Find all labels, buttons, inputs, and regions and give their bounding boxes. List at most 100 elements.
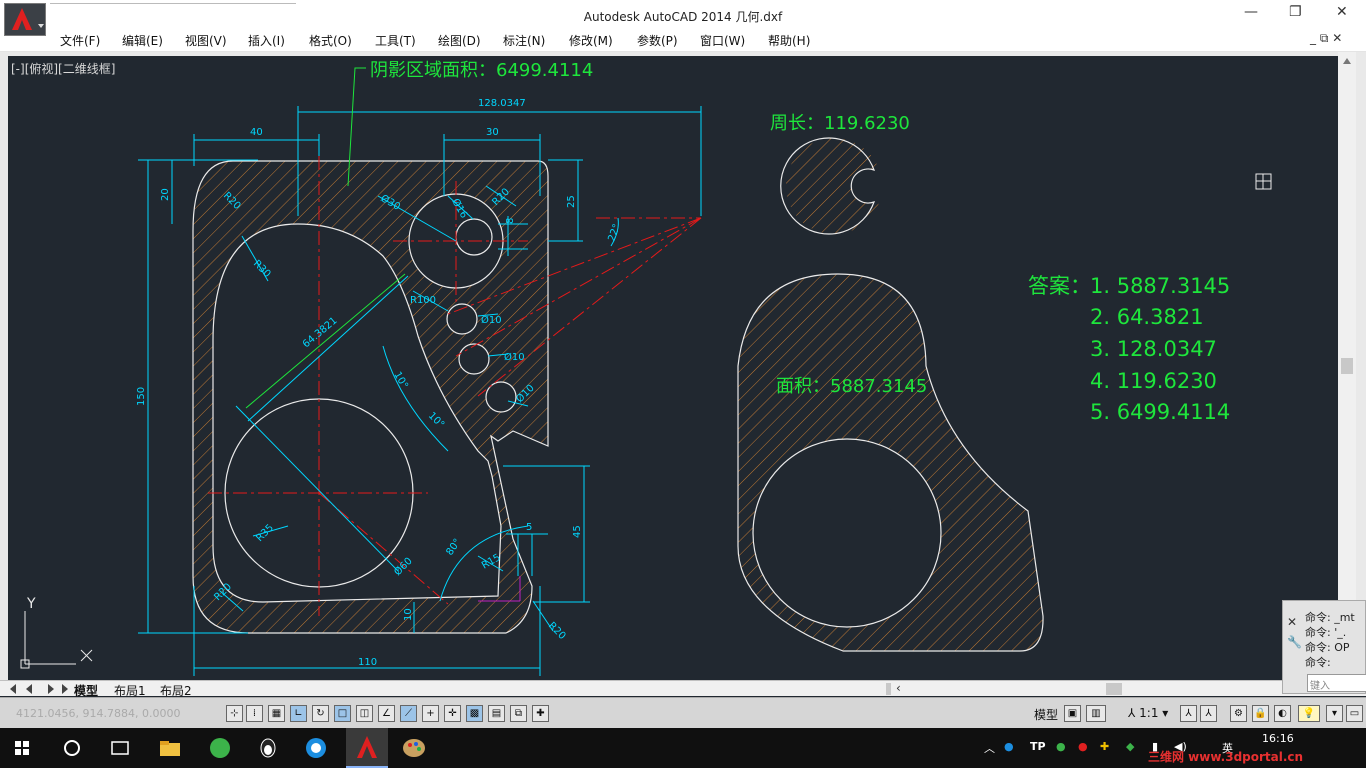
- command-history-line: 命令:: [1305, 656, 1331, 669]
- dim-25: 25: [566, 195, 577, 208]
- menu-insert[interactable]: 插入(I): [248, 32, 285, 49]
- transparency-icon[interactable]: ▩: [466, 705, 483, 722]
- crosshair-cursor-icon: [1255, 173, 1272, 190]
- quick-access-toolbar: [50, 2, 296, 4]
- tray-shield-icon[interactable]: ◆: [1126, 740, 1134, 753]
- dim-150: 150: [136, 387, 147, 406]
- command-input[interactable]: 键入: [1307, 674, 1366, 692]
- workspace-gear-icon[interactable]: ⚙: [1230, 705, 1247, 722]
- dim-phi10-a: Ø10: [481, 314, 502, 326]
- search-icon[interactable]: [54, 734, 90, 762]
- infer-constraints-icon[interactable]: ⊹: [226, 705, 243, 722]
- quick-properties-icon[interactable]: ▤: [488, 705, 505, 722]
- restore-button[interactable]: ❐: [1289, 4, 1302, 20]
- menu-tools[interactable]: 工具(T): [375, 32, 416, 49]
- show-hidden-icons[interactable]: ︿: [984, 740, 995, 756]
- window-title: Autodesk AutoCAD 2014 几何.dxf: [583, 10, 783, 24]
- vertical-scroll-thumb[interactable]: [1341, 358, 1353, 374]
- tray-tp-icon[interactable]: TP: [1030, 740, 1046, 753]
- 3d-object-snap-icon[interactable]: ◫: [356, 705, 373, 722]
- file-explorer-icon[interactable]: [152, 734, 188, 762]
- command-history-line: 命令: OP: [1305, 641, 1350, 654]
- dim-10: 10: [403, 608, 414, 621]
- area-label: 面积：5887.3145: [776, 376, 927, 397]
- viewport-controls[interactable]: [-][俯视][二维线框]: [11, 60, 115, 77]
- command-line-panel[interactable]: ✕ 🔧 命令: _mt 命令: '_. 命令: OP 命令: 键入: [1282, 600, 1366, 694]
- dynamic-ucs-icon[interactable]: ⟋: [400, 705, 417, 722]
- notched-circle-shape[interactable]: [778, 134, 888, 239]
- tray-browser-icon[interactable]: ●: [1004, 740, 1014, 753]
- tray-360-icon[interactable]: ●: [1056, 740, 1066, 753]
- wrench-icon[interactable]: 🔧: [1287, 635, 1302, 649]
- command-history-line: 命令: '_.: [1305, 626, 1347, 639]
- lock-icon[interactable]: 🔒: [1252, 705, 1269, 722]
- layout-icon[interactable]: ▣: [1064, 705, 1081, 722]
- grid-display-icon[interactable]: ▦: [268, 705, 285, 722]
- annotation-scale-label[interactable]: ⅄ 1:1 ▾: [1128, 706, 1168, 720]
- menu-view[interactable]: 视图(V): [185, 32, 227, 49]
- tray-qq-icon[interactable]: ●: [1078, 740, 1088, 753]
- dim-8: 8: [505, 218, 516, 224]
- tab-navigation-icons[interactable]: [6, 681, 70, 697]
- shaded-area-label: 阴影区域面积：6499.4114: [370, 60, 593, 81]
- task-view-icon[interactable]: [102, 734, 138, 762]
- clock[interactable]: 16:16: [1262, 732, 1294, 745]
- document-window-controls[interactable]: _ ⧉ ✕: [1310, 31, 1342, 46]
- menu-parametric[interactable]: 参数(P): [637, 32, 678, 49]
- viewport-frame-right: [1356, 52, 1366, 680]
- application-menu-button[interactable]: [4, 3, 46, 36]
- scroll-left-icon[interactable]: ‹: [896, 681, 901, 695]
- isolate-objects-icon[interactable]: ◐: [1274, 705, 1291, 722]
- selection-cycling-icon[interactable]: ⧉: [510, 705, 527, 722]
- clean-screen-icon[interactable]: ▭: [1346, 705, 1363, 722]
- profile-shape[interactable]: [733, 270, 1048, 655]
- close-button[interactable]: ✕: [1336, 4, 1348, 20]
- ucs-y-label: Y: [26, 596, 36, 612]
- annotation-monitor-icon[interactable]: ✚: [532, 705, 549, 722]
- menu-draw[interactable]: 绘图(D): [438, 32, 481, 49]
- dim-20: 20: [160, 188, 171, 201]
- autocad-taskbar-button[interactable]: [346, 728, 388, 768]
- paint-icon[interactable]: [396, 734, 432, 762]
- hscroll-divider[interactable]: [886, 683, 891, 695]
- object-snap-tracking-icon[interactable]: ∠: [378, 705, 395, 722]
- menu-format[interactable]: 格式(O): [309, 32, 352, 49]
- dim-22-angle: 22°: [606, 223, 622, 243]
- autocad-icon: [357, 736, 377, 758]
- auto-scale-icon[interactable]: ⅄: [1200, 705, 1217, 722]
- quick-view-icon[interactable]: ▥: [1086, 705, 1106, 722]
- hscroll-thumb[interactable]: [1106, 683, 1122, 695]
- model-space-button[interactable]: 模型: [1034, 706, 1058, 723]
- menu-file[interactable]: 文件(F): [60, 32, 100, 49]
- annotation-scale-value: 1:1: [1139, 706, 1159, 720]
- ortho-mode-icon[interactable]: ∟: [290, 705, 307, 722]
- dim-40: 40: [250, 127, 263, 138]
- dynamic-input-icon[interactable]: +: [422, 705, 439, 722]
- dim-5: 5: [526, 522, 532, 533]
- hardware-acceleration-icon[interactable]: 💡: [1298, 705, 1320, 722]
- polar-tracking-icon[interactable]: ↻: [312, 705, 329, 722]
- autocad-logo-icon: [12, 8, 44, 30]
- menu-bar: 文件(F) 编辑(E) 视图(V) 插入(I) 格式(O) 工具(T) 绘图(D…: [0, 28, 1366, 52]
- lineweight-icon[interactable]: ✛: [444, 705, 461, 722]
- qq-penguin-icon[interactable]: [250, 734, 286, 762]
- browser-360-icon[interactable]: [202, 734, 238, 762]
- windows-taskbar: ︿ ● TP ● ● ✚ ◆ ▮ ◀) 英 16:16 三维网 www.3dpo…: [0, 728, 1366, 768]
- snap-mode-icon[interactable]: ⁞: [246, 705, 263, 722]
- menu-dimension[interactable]: 标注(N): [503, 32, 545, 49]
- answer-5: 5. 6499.4114: [1090, 400, 1230, 424]
- tray-security-icon[interactable]: ✚: [1100, 740, 1109, 753]
- shaded-plate-shape[interactable]: [188, 156, 558, 641]
- minimize-button[interactable]: —: [1244, 4, 1258, 20]
- status-menu-icon[interactable]: ▾: [1326, 705, 1343, 722]
- annotation-visibility-icon[interactable]: ⅄: [1180, 705, 1197, 722]
- object-snap-icon[interactable]: □: [334, 705, 351, 722]
- close-command-icon[interactable]: ✕: [1287, 615, 1297, 629]
- menu-edit[interactable]: 编辑(E): [122, 32, 163, 49]
- menu-window[interactable]: 窗口(W): [700, 32, 745, 49]
- windows-start-icon[interactable]: [4, 734, 40, 762]
- browser-icon[interactable]: [298, 734, 334, 762]
- menu-help[interactable]: 帮助(H): [768, 32, 810, 49]
- menu-modify[interactable]: 修改(M): [569, 32, 613, 49]
- drawing-canvas[interactable]: [-][俯视][二维线框] 128.0347 40 30 20 25 150 1…: [8, 56, 1338, 680]
